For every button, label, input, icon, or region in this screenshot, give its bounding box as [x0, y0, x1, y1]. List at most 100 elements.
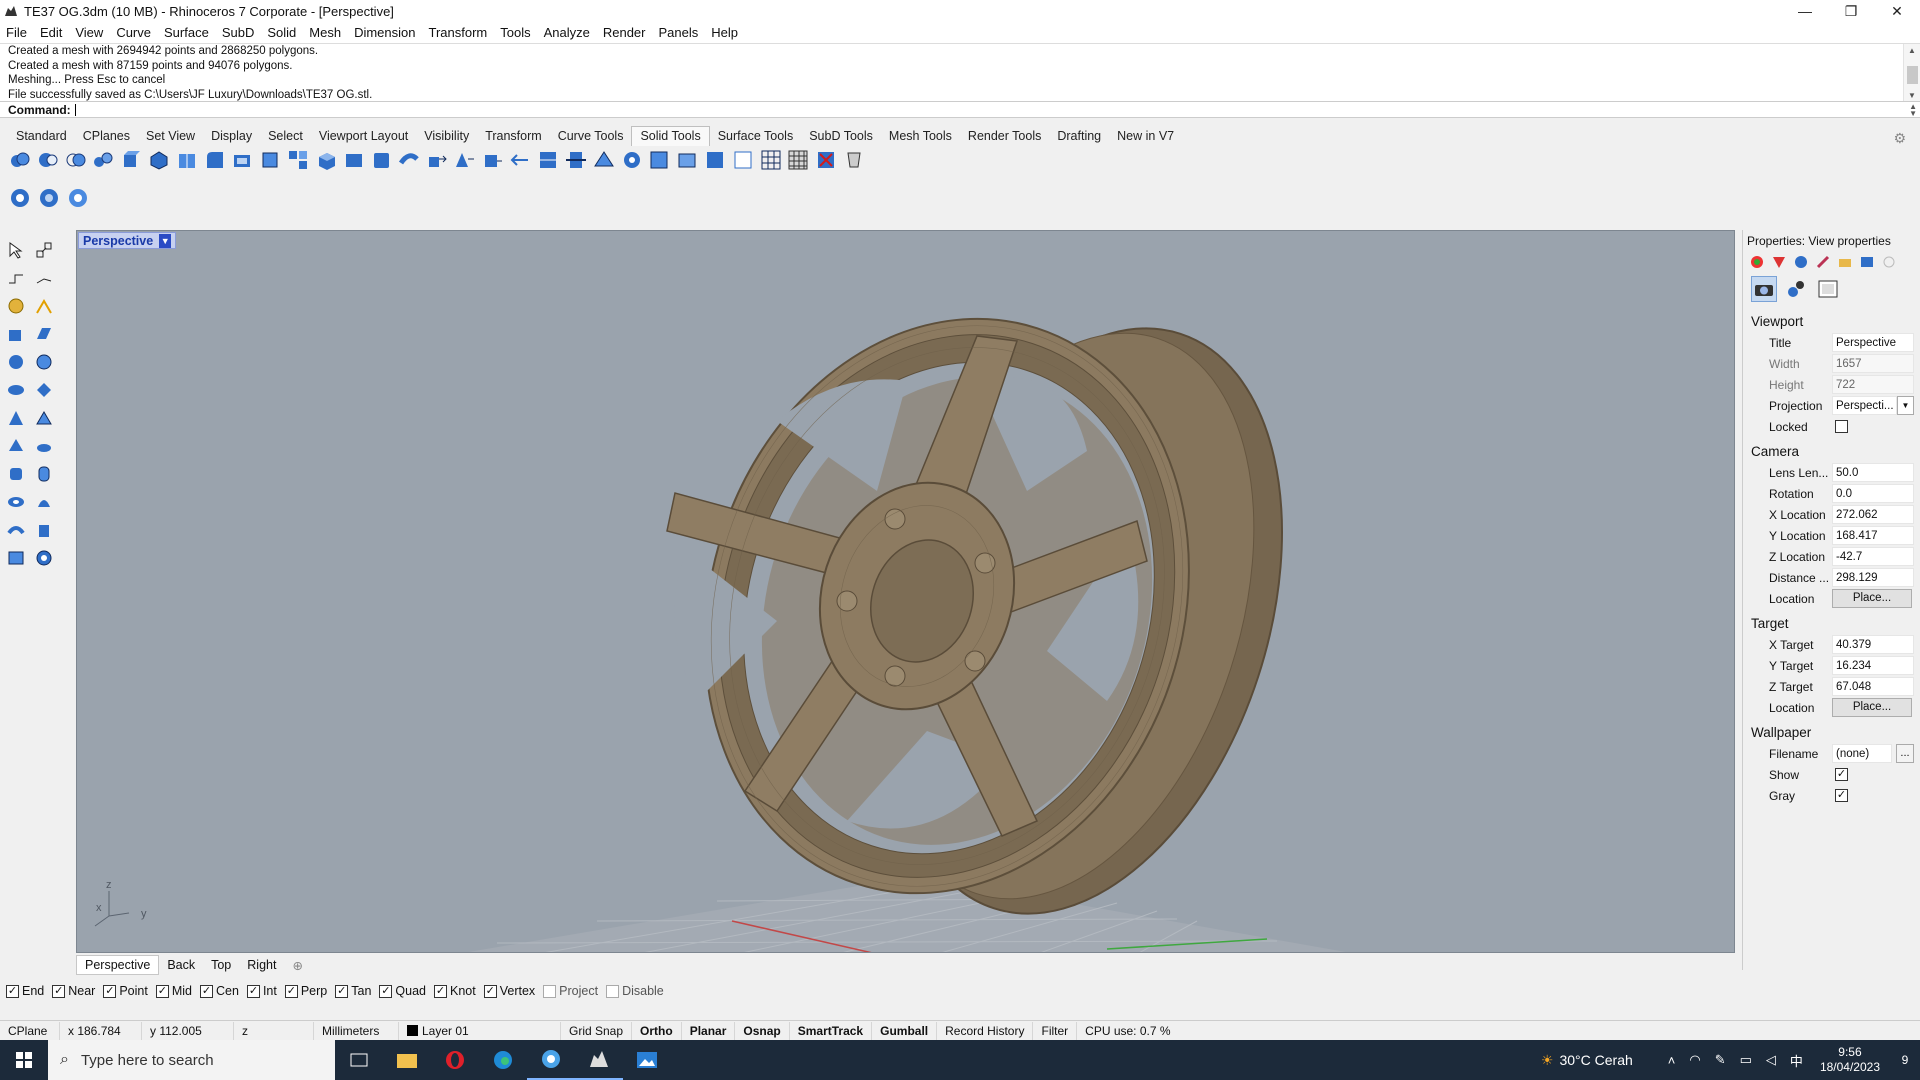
folder-icon[interactable]	[1835, 253, 1854, 270]
osnap-checkbox[interactable]: ✓	[335, 984, 349, 998]
gear-icon[interactable]: ⚙	[1885, 128, 1914, 150]
gray-checkbox[interactable]: ✓	[1835, 789, 1848, 802]
extrude-arrow-icon[interactable]	[425, 148, 449, 172]
osnap-checkbox[interactable]: ✓	[434, 984, 447, 998]
menu-surface[interactable]: Surface	[164, 25, 209, 40]
paint-icon[interactable]	[1813, 253, 1832, 270]
menu-file[interactable]: File	[6, 25, 27, 40]
curve-icon[interactable]	[32, 266, 56, 290]
named-view-icon[interactable]	[1783, 276, 1809, 302]
explode-icon[interactable]	[286, 148, 310, 172]
viewport-tab-right[interactable]: Right	[239, 956, 284, 974]
language-icon[interactable]: 中	[1790, 1051, 1803, 1070]
chevron-down-icon[interactable]: ▼	[1897, 396, 1914, 415]
osnap-mid[interactable]: ✓ Mid	[155, 984, 192, 998]
photos-app-icon[interactable]	[623, 1040, 671, 1080]
round-hole-icon[interactable]	[8, 186, 32, 210]
scroll-up-icon[interactable]: ▲	[1908, 46, 1916, 55]
viewport-title-tab[interactable]: Perspective ▼	[78, 232, 177, 249]
mesh-grid-icon[interactable]	[786, 148, 810, 172]
target-place-button[interactable]: Place...	[1832, 698, 1912, 717]
osnap-point[interactable]: ✓ Point	[103, 984, 148, 998]
cap-icon[interactable]	[258, 148, 282, 172]
opera-browser-icon[interactable]	[431, 1040, 479, 1080]
shell-icon[interactable]	[230, 148, 254, 172]
tube-tool-icon[interactable]	[32, 462, 56, 486]
settings-tool-icon[interactable]	[32, 546, 56, 570]
osnap-checkbox[interactable]: ✓	[483, 984, 497, 998]
tab-new-in-v7[interactable]: New in V7	[1109, 127, 1182, 146]
cone-tool-icon[interactable]	[4, 406, 28, 430]
task-view-icon[interactable]	[335, 1040, 383, 1080]
y-location-field[interactable]: 168.417	[1832, 526, 1914, 545]
filter-toggle[interactable]: Filter	[1033, 1021, 1078, 1040]
edit-solid-icon[interactable]	[647, 148, 671, 172]
viewport-menu-icon[interactable]: ▼	[159, 233, 172, 248]
surface-tool-icon[interactable]	[32, 322, 56, 346]
boolean-difference-icon[interactable]	[36, 148, 60, 172]
cylinder-tool-icon[interactable]	[4, 462, 28, 486]
history-scrollbar[interactable]: ▲ ▼	[1903, 44, 1920, 102]
history-solid-icon[interactable]	[703, 148, 727, 172]
grid-solid-icon[interactable]	[759, 148, 783, 172]
object-icon[interactable]	[1791, 253, 1810, 270]
pipe-icon[interactable]	[397, 148, 421, 172]
osnap-tan[interactable]: ✓ Tan	[335, 984, 371, 998]
chrome-browser-icon[interactable]	[527, 1040, 575, 1080]
tab-cplanes[interactable]: CPlanes	[75, 127, 138, 146]
perspective-viewport[interactable]: z x y Perspective ▼	[76, 230, 1735, 953]
dimension-tool-icon[interactable]	[4, 434, 28, 458]
extrude-face-icon[interactable]	[119, 148, 143, 172]
analyze-tool-icon[interactable]	[32, 434, 56, 458]
osnap-checkbox[interactable]: ✓	[6, 984, 19, 998]
command-line[interactable]: Command: ▲ ▼	[0, 101, 1920, 118]
osnap-perp[interactable]: ✓ Perp	[284, 984, 327, 998]
arc-tool-icon[interactable]	[32, 294, 56, 318]
tool-cup-icon[interactable]	[842, 148, 866, 172]
point-icon[interactable]	[32, 238, 56, 262]
planar-toggle[interactable]: Planar	[682, 1021, 736, 1040]
tab-transform[interactable]: Transform	[477, 127, 550, 146]
viewport-tab-perspective[interactable]: Perspective	[76, 955, 160, 975]
units-status[interactable]: Millimeters	[314, 1021, 399, 1040]
sweep-tool-icon[interactable]	[4, 518, 28, 542]
menu-edit[interactable]: Edit	[40, 25, 62, 40]
mesh-tool-icon[interactable]	[4, 378, 28, 402]
weather-widget[interactable]: ☀ 30°C Cerah	[1541, 1052, 1633, 1069]
pen-icon[interactable]: ✎	[1715, 1052, 1726, 1068]
record-history-toggle[interactable]: Record History	[937, 1021, 1034, 1040]
sphere-tool-icon[interactable]	[4, 350, 28, 374]
osnap-checkbox[interactable]	[606, 984, 620, 998]
locked-checkbox[interactable]	[1835, 420, 1848, 433]
viewport-tab-top[interactable]: Top	[203, 956, 239, 974]
scroll-down-icon[interactable]: ▼	[1908, 91, 1916, 100]
battery-icon[interactable]: ▭	[1740, 1052, 1752, 1068]
x-location-field[interactable]: 272.062	[1832, 505, 1914, 524]
revolve-tool-icon[interactable]	[32, 490, 56, 514]
tab-subd-tools[interactable]: SubD Tools	[801, 127, 881, 146]
solid-cube-icon[interactable]	[369, 148, 393, 172]
viewport-canvas[interactable]: z x y	[77, 231, 1735, 953]
boolean-split-icon[interactable]	[91, 148, 115, 172]
close-button[interactable]: ✕	[1874, 0, 1920, 22]
scroll-thumb[interactable]	[1907, 66, 1918, 84]
wallpaper-icon[interactable]	[1815, 276, 1841, 302]
show-checkbox[interactable]: ✓	[1835, 768, 1848, 781]
tab-viewport-layout[interactable]: Viewport Layout	[311, 127, 416, 146]
rib-icon[interactable]	[564, 148, 588, 172]
command-spin-icon[interactable]: ▲ ▼	[1909, 103, 1917, 118]
layer-status[interactable]: Layer 01	[399, 1021, 561, 1040]
slab-icon[interactable]	[536, 148, 560, 172]
boolean-intersection-icon[interactable]	[64, 148, 88, 172]
osnap-int[interactable]: ✓ Int	[246, 984, 277, 998]
camera-place-button[interactable]: Place...	[1832, 589, 1912, 608]
add-viewport-icon[interactable]: ⊕	[284, 956, 310, 975]
tab-mesh-tools[interactable]: Mesh Tools	[881, 127, 960, 146]
osnap-vertex[interactable]: ✓ Vertex	[483, 984, 535, 998]
z-location-field[interactable]: -42.7	[1832, 547, 1914, 566]
chevron-up-icon[interactable]: ˄	[1668, 1053, 1676, 1068]
cplane-status[interactable]: CPlane	[0, 1021, 60, 1040]
rhino-taskbar-icon[interactable]	[575, 1040, 623, 1080]
osnap-project[interactable]: Project	[543, 984, 598, 998]
osnap-checkbox[interactable]: ✓	[52, 984, 66, 998]
